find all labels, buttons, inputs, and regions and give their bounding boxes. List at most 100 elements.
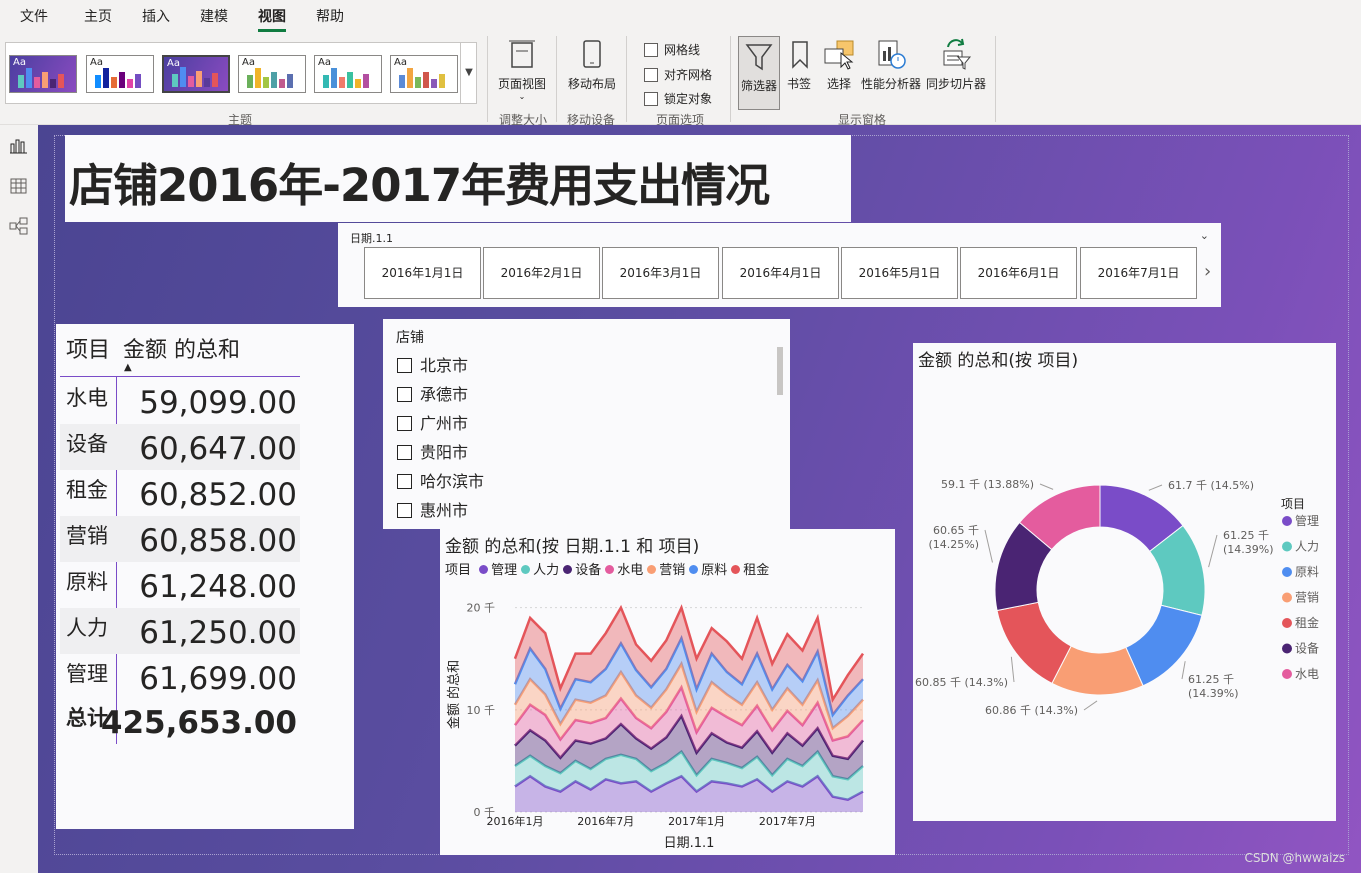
store-slicer-label: 店铺 xyxy=(396,330,424,346)
legend-label[interactable]: 管理 xyxy=(1295,513,1319,528)
table-row[interactable]: 原料 61,248.00 xyxy=(60,562,300,608)
selection-button[interactable]: 选择 xyxy=(823,37,855,92)
date-tile[interactable]: 2016年2月1日 xyxy=(483,247,600,299)
store-option-label: 承德市 xyxy=(420,385,469,404)
checkbox[interactable] xyxy=(397,416,412,431)
theme-1[interactable]: Aa xyxy=(9,55,77,93)
header-divider xyxy=(60,376,300,377)
store-option[interactable]: 贵阳市 xyxy=(397,439,468,463)
theme-gallery: Aa Aa Aa Aa Aa Aa xyxy=(5,42,477,104)
table-row[interactable]: 营销 60,858.00 xyxy=(60,516,300,562)
store-option[interactable]: 承德市 xyxy=(397,381,468,405)
store-option[interactable]: 惠州市 xyxy=(397,497,468,521)
table-row[interactable]: 设备 60,647.00 xyxy=(60,424,300,470)
date-tile[interactable]: 2016年1月1日 xyxy=(364,247,481,299)
table-header-item[interactable]: 项目 xyxy=(66,332,110,364)
store-option[interactable]: 北京市 xyxy=(397,352,468,376)
checkbox[interactable] xyxy=(397,503,412,518)
page-view-button[interactable]: 页面视图 ⌄ xyxy=(496,37,548,101)
checkbox[interactable] xyxy=(397,387,412,402)
date-tile[interactable]: 2016年3月1日 xyxy=(602,247,719,299)
title-textbox[interactable]: 店铺2016年-2017年费用支出情况 xyxy=(65,135,851,222)
theme-4[interactable]: Aa xyxy=(238,55,306,93)
area-chart-plot: 0 千10 千20 千2016年1月 2016年7月 2017年1月 2017年7月日… xyxy=(446,602,865,851)
date-tile[interactable]: 2016年4月1日 xyxy=(722,247,839,299)
date-tile[interactable]: 2016年6月1日 xyxy=(960,247,1077,299)
model-view-icon[interactable] xyxy=(9,217,29,235)
x-tick-label: 2016年7月 xyxy=(577,814,634,828)
x-tick-label: 2016年1月 xyxy=(487,814,544,828)
theme-2-bars xyxy=(95,66,147,88)
legend-label[interactable]: 营销 xyxy=(1295,591,1319,605)
table-view-icon[interactable] xyxy=(9,177,29,195)
table-row[interactable]: 水电 59,099.00 xyxy=(60,378,300,424)
legend-dot xyxy=(1282,592,1292,603)
theme-3[interactable]: Aa xyxy=(162,55,230,93)
menu-modeling[interactable]: 建模 xyxy=(200,6,228,26)
theme-1-bars xyxy=(18,66,70,88)
theme-5[interactable]: Aa xyxy=(314,55,382,93)
checkbox[interactable] xyxy=(397,474,412,489)
table-header-amount[interactable]: 金额 的总和 xyxy=(123,332,240,364)
snap-grid-checkbox[interactable]: 对齐网格 xyxy=(644,66,712,83)
menu-insert[interactable]: 插入 xyxy=(142,6,170,26)
filter-icon xyxy=(743,39,775,73)
date-slicer[interactable]: 日期.1.1 ⌄ 2016年1月1日 2016年2月1日 2016年3月1日 2… xyxy=(338,223,1221,307)
chevron-down-icon[interactable]: ⌄ xyxy=(1200,229,1209,242)
donut-chart[interactable]: 金额 的总和(按 项目) 61.7 千 (14.5%) 61.25 千 (14.39… xyxy=(913,343,1336,821)
performance-analyzer-button[interactable]: 性能分析器 xyxy=(860,37,922,92)
checkbox[interactable] xyxy=(397,445,412,460)
donut-data-label: (14.39%) xyxy=(1223,543,1274,556)
table-cell-value: 59,099.00 xyxy=(139,385,297,421)
table-row[interactable]: 人力 61,250.00 xyxy=(60,608,300,654)
store-option[interactable]: 哈尔滨市 xyxy=(397,468,484,492)
gridlines-checkbox[interactable]: 网格线 xyxy=(644,41,700,58)
store-slicer[interactable]: 店铺 北京市承德市广州市贵阳市哈尔滨市惠州市 xyxy=(383,319,790,529)
menu-file[interactable]: 文件 xyxy=(20,6,48,26)
legend-label[interactable]: 设备 xyxy=(1295,642,1319,656)
table-cell-item: 租金 xyxy=(66,478,108,502)
donut-data-label: 60.85 千 (14.3%) xyxy=(915,676,1008,689)
report-view-icon[interactable] xyxy=(9,137,29,155)
leader-line xyxy=(1039,483,1054,490)
legend-label[interactable]: 人力 xyxy=(1295,540,1319,554)
bookmarks-button[interactable]: 书签 xyxy=(784,37,814,92)
donut-data-label: 61.25 千 xyxy=(1188,673,1234,686)
view-nav xyxy=(0,125,38,873)
table-cell-item: 人力 xyxy=(66,616,108,640)
legend-label[interactable]: 租金 xyxy=(1295,615,1319,630)
legend-label[interactable]: 原料 xyxy=(1295,565,1319,579)
menu-help[interactable]: 帮助 xyxy=(316,6,344,26)
donut-data-label: 60.65 千 xyxy=(933,524,979,537)
legend-dot xyxy=(1282,669,1292,679)
scrollbar-thumb[interactable] xyxy=(777,347,783,395)
menu-view[interactable]: 视图 xyxy=(258,6,286,32)
chevron-down-icon: ⌄ xyxy=(518,92,526,101)
store-option[interactable]: 广州市 xyxy=(397,410,468,434)
legend-dot xyxy=(1282,643,1292,654)
date-tile[interactable]: 2016年7月1日 xyxy=(1080,247,1197,299)
legend-label[interactable]: 水电 xyxy=(1295,667,1319,681)
legend-dot xyxy=(1282,618,1292,628)
theme-2[interactable]: Aa xyxy=(86,55,154,93)
sync-slicers-label: 同步切片器 xyxy=(925,77,986,91)
table-row[interactable]: 租金 60,852.00 xyxy=(60,470,300,516)
area-chart[interactable]: 金额 的总和(按 日期.1.1 和 项目) 项目 管理 人力 设备 水电 营销 原料 租金 … xyxy=(440,529,895,855)
date-tile[interactable]: 2016年5月1日 xyxy=(841,247,958,299)
theme-6[interactable]: Aa xyxy=(390,55,458,93)
filters-button[interactable]: 筛选器 xyxy=(738,36,780,110)
summary-table[interactable]: 项目 金额 的总和 ▲ 水电 59,099.00 设备 60,647.00 租金 60,8… xyxy=(56,324,354,829)
chevron-right-icon[interactable]: › xyxy=(1204,261,1211,282)
checkbox[interactable] xyxy=(397,358,412,373)
sync-slicers-button[interactable]: 同步切片器 xyxy=(925,37,987,92)
mobile-layout-button[interactable]: 移动布局 xyxy=(565,37,619,92)
gallery-expand-icon[interactable]: ▼ xyxy=(460,42,477,104)
leader-line xyxy=(1083,700,1098,711)
table-row[interactable]: 管理 61,699.00 xyxy=(60,654,300,700)
watermark: CSDN @hwwaizs xyxy=(1244,851,1346,865)
lock-objects-checkbox[interactable]: 锁定对象 xyxy=(644,90,712,107)
mobile-layout-label: 移动布局 xyxy=(567,77,616,91)
menu-home[interactable]: 主页 xyxy=(84,6,112,26)
donut-data-label: 60.86 千 (14.3%) xyxy=(985,704,1078,717)
table-total-row: 总计 425,653.00 xyxy=(60,698,300,744)
